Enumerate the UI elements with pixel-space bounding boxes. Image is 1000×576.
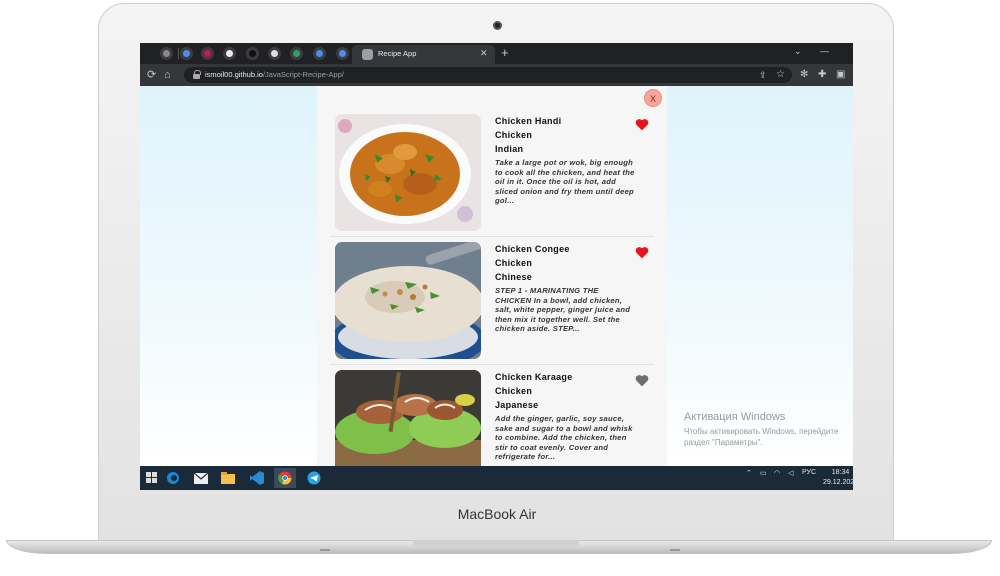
recipe-app-page: X Chicken Handi Chicken Indian Take a la… (140, 86, 853, 466)
pinned-tab-globe-icon[interactable] (268, 47, 281, 60)
language-indicator[interactable]: РУС (802, 469, 816, 476)
tab-separator (178, 48, 179, 59)
chrome-icon[interactable] (274, 468, 296, 488)
share-icon[interactable]: ⇪ (759, 68, 767, 82)
file-explorer-icon[interactable] (217, 468, 239, 488)
home-icon[interactable]: ⌂ (164, 68, 171, 82)
recipe-name: Chicken Congee (495, 244, 570, 254)
heart-icon[interactable] (635, 374, 649, 387)
vscode-icon[interactable] (246, 468, 268, 488)
recipe-item[interactable]: Chicken Karaage Chicken Japanese Add the… (335, 370, 655, 466)
edge-icon[interactable] (162, 468, 184, 488)
url-text: ismoil00.github.io/JavaScript-Recipe-App… (205, 70, 344, 79)
start-icon[interactable] (141, 468, 163, 488)
recipe-item[interactable]: Chicken Handi Chicken Indian Take a larg… (335, 114, 655, 242)
windows-activation-watermark: Активация Windows Чтобы активировать Win… (684, 411, 838, 448)
base-foot-right (670, 549, 680, 551)
screen: Recipe App ✕ + ⌄ — ⟳ ⌂ ismoil00.github.i… (140, 43, 853, 490)
recipe-description: Take a large pot or wok, big enough to c… (495, 158, 635, 206)
tab-close-icon[interactable]: ✕ (480, 48, 488, 59)
browser-tabstrip: Recipe App ✕ + ⌄ — (140, 43, 853, 64)
recipe-name: Chicken Karaage (495, 372, 573, 382)
recipe-category: Chicken (495, 258, 533, 268)
recipe-description: STEP 1 - MARINATING THE CHICKEN In a bow… (495, 286, 631, 334)
pinned-tab-blue-icon[interactable] (313, 47, 326, 60)
recipe-area: Japanese (495, 400, 539, 410)
recipe-area: Chinese (495, 272, 533, 282)
extension-gear-icon[interactable]: ✻ (800, 68, 808, 82)
close-button[interactable]: X (644, 89, 662, 107)
recipe-image (335, 114, 481, 231)
recipe-name: Chicken Handi (495, 116, 562, 126)
clock-time: 18:34 (831, 469, 850, 476)
tab-title: Recipe App (378, 49, 417, 58)
pinned-tab-blue-icon-2[interactable] (336, 47, 349, 60)
pinned-tab-paypal-icon[interactable] (246, 47, 259, 60)
tab-search-icon[interactable]: ⌄ (794, 46, 802, 57)
heart-icon[interactable] (635, 246, 649, 259)
pinned-tab-chrome-icon[interactable] (180, 47, 193, 60)
recipe-category: Chicken (495, 130, 533, 140)
pinned-tab-target-icon[interactable] (223, 47, 236, 60)
address-bar[interactable]: ismoil00.github.io/JavaScript-Recipe-App… (184, 67, 792, 83)
taskbar-clock[interactable]: 18:34 29.12.2022 (823, 468, 853, 488)
recipe-item[interactable]: Chicken Congee Chicken Chinese STEP 1 - … (335, 242, 655, 370)
windows-taskbar: ⌃ ▭ ◠ ◁ РУС 18:34 29.12.2022 (140, 466, 853, 490)
recipe-description: Add the ginger, garlic, soy sauce, sake … (495, 414, 633, 462)
watermark-title: Активация Windows (684, 411, 786, 423)
tray-chevron-icon[interactable]: ⌃ (746, 469, 752, 477)
heart-icon[interactable] (635, 118, 649, 131)
pinned-tab-app-icon[interactable] (201, 47, 214, 60)
lock-icon (193, 70, 201, 79)
clock-date: 29.12.2022 (823, 479, 853, 486)
reload-icon[interactable]: ⟳ (147, 68, 156, 82)
pinned-tab-green-icon[interactable] (290, 47, 303, 60)
wifi-icon[interactable]: ◠ (774, 469, 780, 477)
recipe-category: Chicken (495, 386, 533, 396)
minimize-button[interactable]: — (820, 46, 829, 56)
base-foot-left (320, 549, 330, 551)
mail-icon[interactable] (190, 468, 212, 488)
watermark-line-2: раздел "Параметры". (684, 438, 763, 447)
recipe-favicon-icon (362, 49, 373, 60)
pinned-tab-github[interactable] (160, 47, 173, 60)
watermark-line-1: Чтобы активировать Windows, перейдите (684, 427, 839, 436)
side-panel-icon[interactable]: ▣ (836, 68, 845, 82)
battery-icon[interactable]: ▭ (760, 469, 767, 477)
recipe-area: Indian (495, 144, 524, 154)
recipe-image (335, 242, 481, 359)
laptop-notch (412, 540, 580, 546)
bookmark-star-icon[interactable]: ☆ (776, 68, 785, 82)
recipe-divider (330, 364, 654, 365)
new-tab-button[interactable]: + (501, 45, 509, 60)
webcam (493, 21, 502, 30)
telegram-icon[interactable] (303, 468, 325, 488)
tab-recipe-app[interactable]: Recipe App ✕ (352, 45, 495, 64)
volume-icon[interactable]: ◁ (788, 469, 793, 477)
recipe-divider (330, 236, 654, 237)
extensions-puzzle-icon[interactable]: ✚ (818, 68, 826, 82)
device-label: MacBook Air (457, 506, 537, 522)
browser-toolbar: ⟳ ⌂ ismoil00.github.io/JavaScript-Recipe… (140, 64, 853, 86)
recipe-image (335, 370, 481, 466)
